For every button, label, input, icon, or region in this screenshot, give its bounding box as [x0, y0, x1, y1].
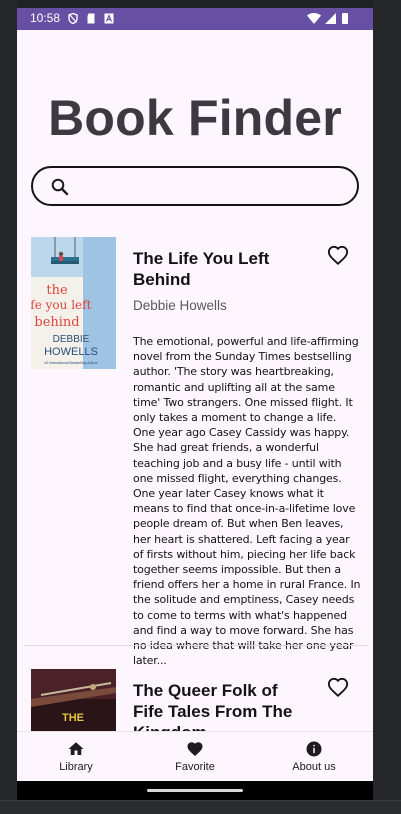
- home-gesture-handle[interactable]: [147, 789, 243, 792]
- nav-library[interactable]: Library: [17, 732, 135, 782]
- phone-screen: 10:58 Book Finder the fe you left behind…: [17, 8, 373, 800]
- status-bar: 10:58: [17, 8, 373, 30]
- vpn-shield-icon: [68, 13, 78, 24]
- wifi-icon: [307, 12, 321, 24]
- book-title[interactable]: The Life You Left Behind: [133, 248, 308, 290]
- cover-title-line1: the: [46, 283, 68, 298]
- heart-filled-icon: [187, 742, 203, 757]
- nav-favorite[interactable]: Favorite: [136, 732, 254, 782]
- book-cover-image: THE: [31, 669, 116, 731]
- cover-author-line2: HOWELLS: [44, 346, 98, 358]
- book-description: The emotional, powerful and life-affirmi…: [133, 335, 361, 668]
- search-bar[interactable]: [31, 166, 359, 206]
- status-time: 10:58: [30, 11, 61, 25]
- book-cover-image: the life you left behind DEBBIE HOWELLS …: [31, 237, 116, 369]
- left-frame: [0, 0, 17, 800]
- notification-a-icon: [104, 13, 114, 24]
- favorite-outline-icon[interactable]: [327, 677, 349, 699]
- cover-author-line1: DEBBIE: [53, 334, 90, 345]
- book-author: Debbie Howells: [133, 298, 227, 313]
- search-icon: [51, 178, 69, 196]
- nav-library-label: Library: [59, 761, 93, 773]
- cell-signal-icon: [325, 13, 336, 24]
- gesture-navigation-bar: [17, 781, 373, 800]
- search-input[interactable]: [79, 174, 344, 198]
- cover-title-line2: life you left: [31, 298, 92, 312]
- sim-card-icon: [87, 13, 95, 24]
- connectivity-icons: [307, 12, 348, 24]
- page-title: Book Finder: [48, 90, 342, 146]
- nav-about[interactable]: About us: [255, 732, 373, 782]
- info-icon: [306, 741, 322, 757]
- battery-icon: [342, 13, 348, 24]
- nav-favorite-label: Favorite: [175, 761, 215, 773]
- favorite-outline-icon[interactable]: [327, 245, 349, 267]
- bottom-frame: [0, 800, 401, 814]
- bottom-navigation: Library Favorite About us: [17, 731, 373, 781]
- cover-title-line1: THE: [62, 712, 84, 724]
- nav-about-label: About us: [292, 761, 336, 773]
- right-frame: [373, 0, 401, 800]
- list-divider: [25, 645, 367, 646]
- cover-tagline: #1 International Bestselling Author: [44, 361, 98, 365]
- cover-title-line3: behind: [34, 315, 79, 330]
- home-icon: [68, 742, 84, 755]
